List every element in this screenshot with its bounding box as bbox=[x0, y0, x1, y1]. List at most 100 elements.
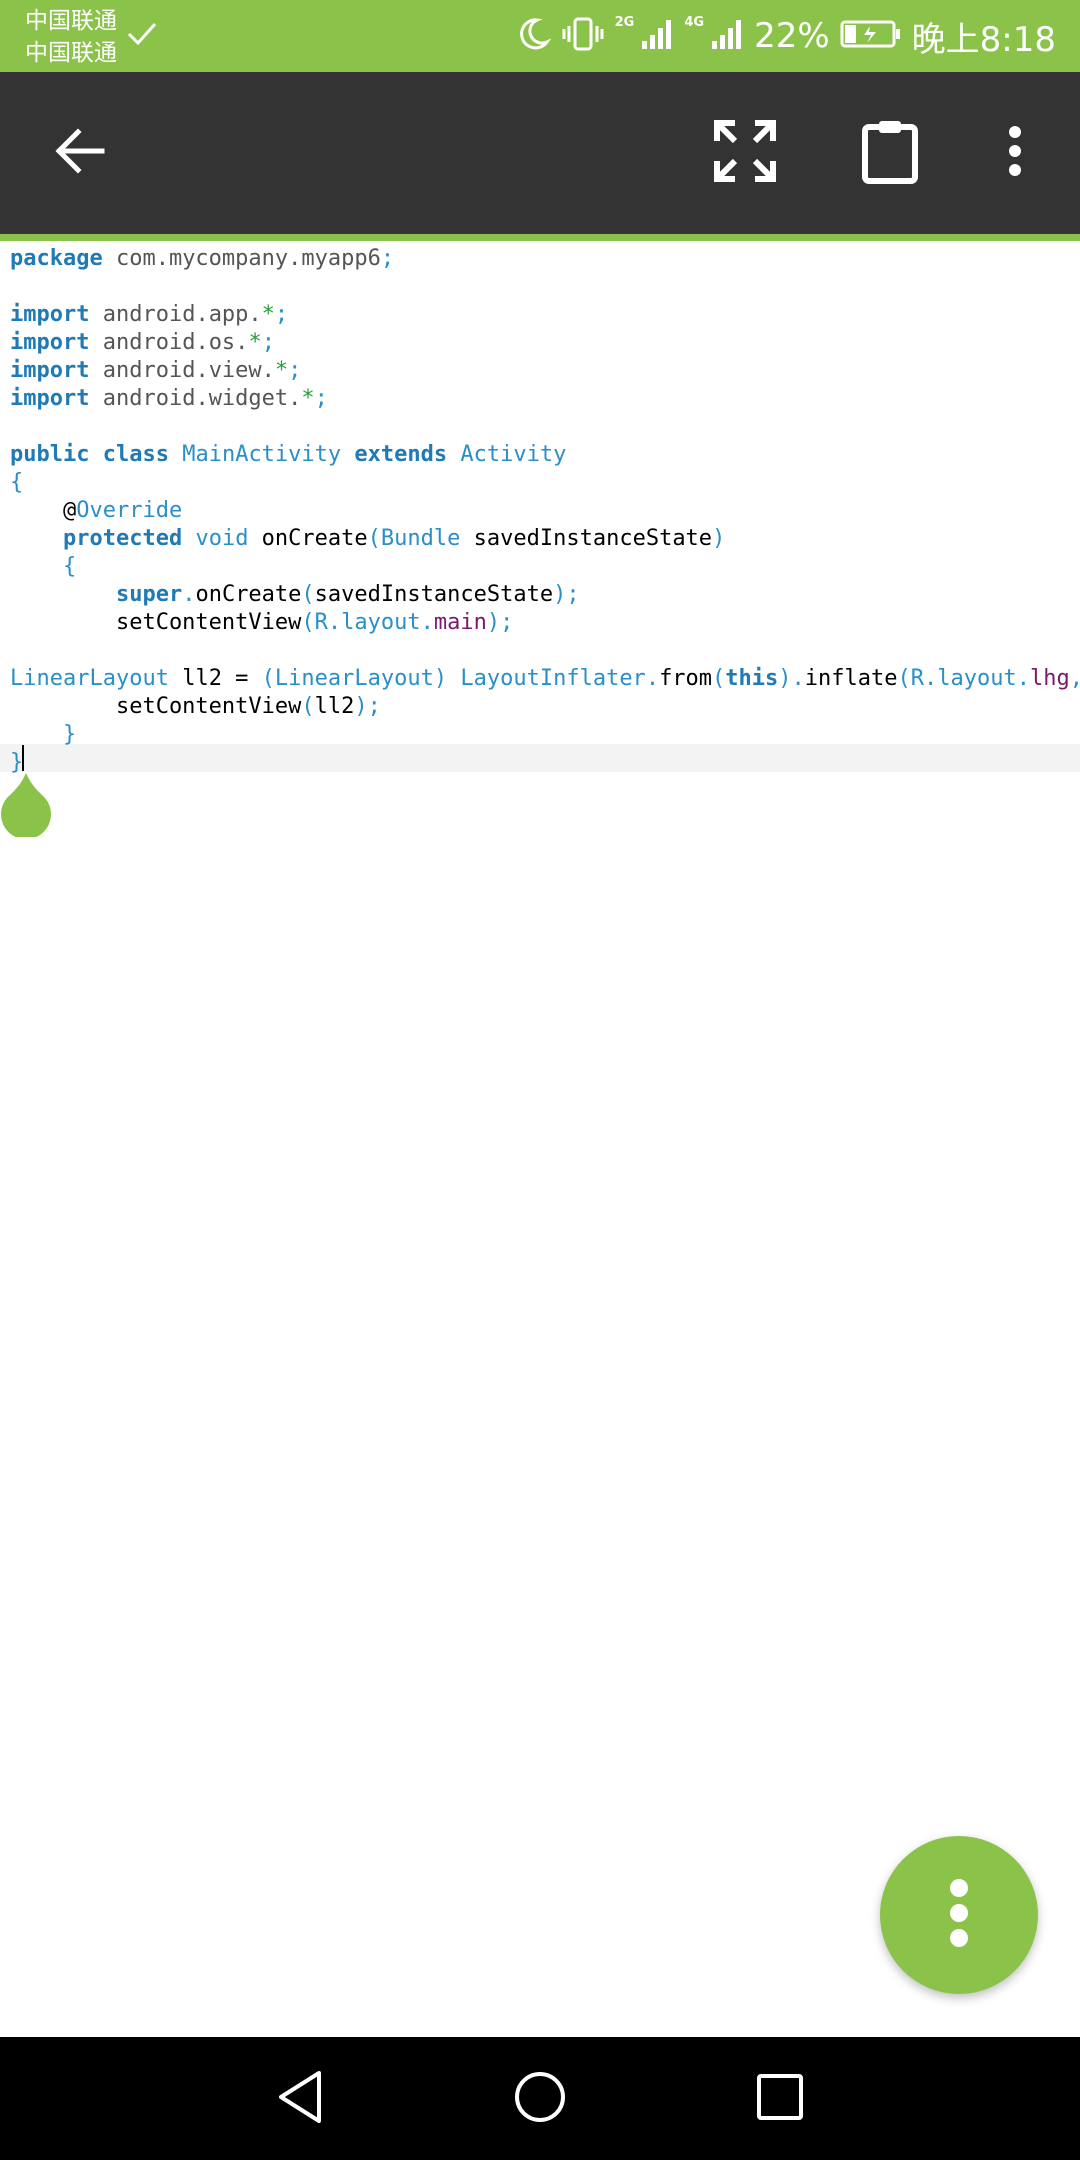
current-line-highlight bbox=[0, 744, 1080, 772]
code-token: inflate bbox=[804, 666, 898, 691]
code-token: Activity bbox=[447, 442, 567, 467]
code-token: LayoutInflater bbox=[460, 666, 646, 691]
signal-icon bbox=[640, 17, 674, 55]
code-token: { bbox=[10, 470, 24, 495]
code-token: super bbox=[115, 582, 183, 607]
back-button[interactable] bbox=[40, 72, 120, 234]
code-token: android.widget. bbox=[89, 386, 302, 411]
code-token: . bbox=[182, 582, 196, 607]
more-vert-icon bbox=[1007, 125, 1023, 181]
code-token: * bbox=[261, 302, 275, 327]
vibrate-icon bbox=[561, 16, 605, 56]
app-screen: 中国联通 中国联通 2G 4G 22% 晚上8:18 package com.m… bbox=[0, 0, 1080, 2160]
clipboard-button[interactable] bbox=[845, 72, 935, 234]
code-token: { bbox=[62, 554, 77, 579]
status-bar: 中国联通 中国联通 2G 4G 22% 晚上8:18 bbox=[0, 0, 1080, 72]
code-token: ( bbox=[261, 666, 275, 691]
code-token: import bbox=[10, 386, 90, 411]
code-token: savedInstanceState bbox=[314, 582, 554, 607]
cursor-handle[interactable] bbox=[0, 771, 52, 841]
nav-recents-button[interactable] bbox=[730, 2037, 830, 2160]
code-token: ) bbox=[433, 666, 448, 691]
code-token: savedInstanceState bbox=[460, 526, 713, 551]
fullscreen-button[interactable] bbox=[700, 72, 790, 234]
code-line: import android.os.*; bbox=[10, 329, 275, 357]
overflow-menu-button[interactable] bbox=[985, 72, 1045, 234]
fullscreen-icon bbox=[713, 119, 777, 187]
code-line: protected void onCreate(Bundle savedInst… bbox=[10, 525, 725, 553]
code-token: ( bbox=[367, 526, 381, 551]
code-token: ll2 = bbox=[168, 666, 262, 691]
code-token: . bbox=[645, 666, 660, 691]
code-token: setContentView bbox=[10, 694, 302, 719]
code-token: import bbox=[10, 302, 90, 327]
code-token: ; bbox=[288, 358, 302, 383]
code-token: ( bbox=[897, 666, 911, 691]
code-token: main bbox=[433, 610, 487, 635]
code-line: } bbox=[10, 721, 76, 749]
code-token: } bbox=[62, 722, 77, 747]
code-token: ( bbox=[301, 610, 315, 635]
nav-back-button[interactable] bbox=[250, 2037, 350, 2160]
code-token: R.layout. bbox=[910, 666, 1030, 691]
code-token: class bbox=[102, 442, 169, 467]
code-token: android.os. bbox=[89, 330, 249, 355]
code-token: import bbox=[10, 330, 90, 355]
code-token: ( bbox=[301, 582, 315, 607]
code-token: ; bbox=[380, 246, 395, 271]
nav-home-button[interactable] bbox=[490, 2037, 590, 2160]
code-token: * bbox=[248, 330, 262, 355]
code-token: onCreate bbox=[195, 582, 302, 607]
text-cursor bbox=[22, 745, 24, 771]
code-token: R.layout. bbox=[314, 610, 434, 635]
code-line: import android.app.*; bbox=[10, 301, 288, 329]
code-token: MainActivity bbox=[168, 442, 355, 467]
code-token: ; bbox=[274, 302, 289, 327]
moon-icon bbox=[515, 16, 552, 56]
code-token: this bbox=[725, 666, 779, 691]
code-token: onCreate bbox=[248, 526, 368, 551]
code-token: ) bbox=[778, 666, 792, 691]
code-token: * bbox=[301, 386, 315, 411]
code-token: public bbox=[10, 442, 90, 467]
status-indicators: 2G 4G 22% 晚上8:18 bbox=[515, 0, 1056, 72]
code-token: void bbox=[195, 526, 249, 551]
code-token: . bbox=[791, 666, 805, 691]
code-token: com.mycompany.myapp6 bbox=[102, 246, 381, 271]
code-line: { bbox=[10, 469, 23, 497]
code-line: super.onCreate(savedInstanceState); bbox=[10, 581, 580, 609]
code-token: ); bbox=[354, 694, 381, 719]
code-line: setContentView(ll2); bbox=[10, 693, 381, 721]
battery-percent: 22% bbox=[754, 16, 830, 56]
code-token: * bbox=[274, 358, 289, 383]
code-token: import bbox=[10, 358, 90, 383]
code-token: Override bbox=[76, 498, 183, 523]
code-token: ( bbox=[301, 694, 315, 719]
code-token: package bbox=[10, 246, 103, 271]
code-token: LinearLayout bbox=[10, 666, 169, 691]
fab-more-button[interactable] bbox=[880, 1836, 1038, 1994]
clipboard-icon bbox=[860, 118, 920, 188]
code-token: ( bbox=[712, 666, 726, 691]
code-token: setContentView bbox=[10, 610, 302, 635]
code-line: @Override bbox=[10, 497, 182, 525]
code-line: import android.widget.*; bbox=[10, 385, 328, 413]
code-editor[interactable]: package com.mycompany.myapp6; import andr… bbox=[0, 241, 1080, 2037]
more-vert-icon bbox=[948, 1878, 970, 1952]
code-token: protected bbox=[62, 526, 183, 551]
code-token: Bundle bbox=[380, 526, 461, 551]
battery-charging-icon bbox=[840, 18, 902, 54]
code-token: ) bbox=[712, 526, 726, 551]
carrier-1: 中国联通 bbox=[25, 8, 117, 34]
back-arrow-icon bbox=[54, 127, 106, 179]
code-token: ; bbox=[261, 330, 275, 355]
check-icon bbox=[126, 20, 158, 52]
code-token: ; bbox=[314, 386, 328, 411]
